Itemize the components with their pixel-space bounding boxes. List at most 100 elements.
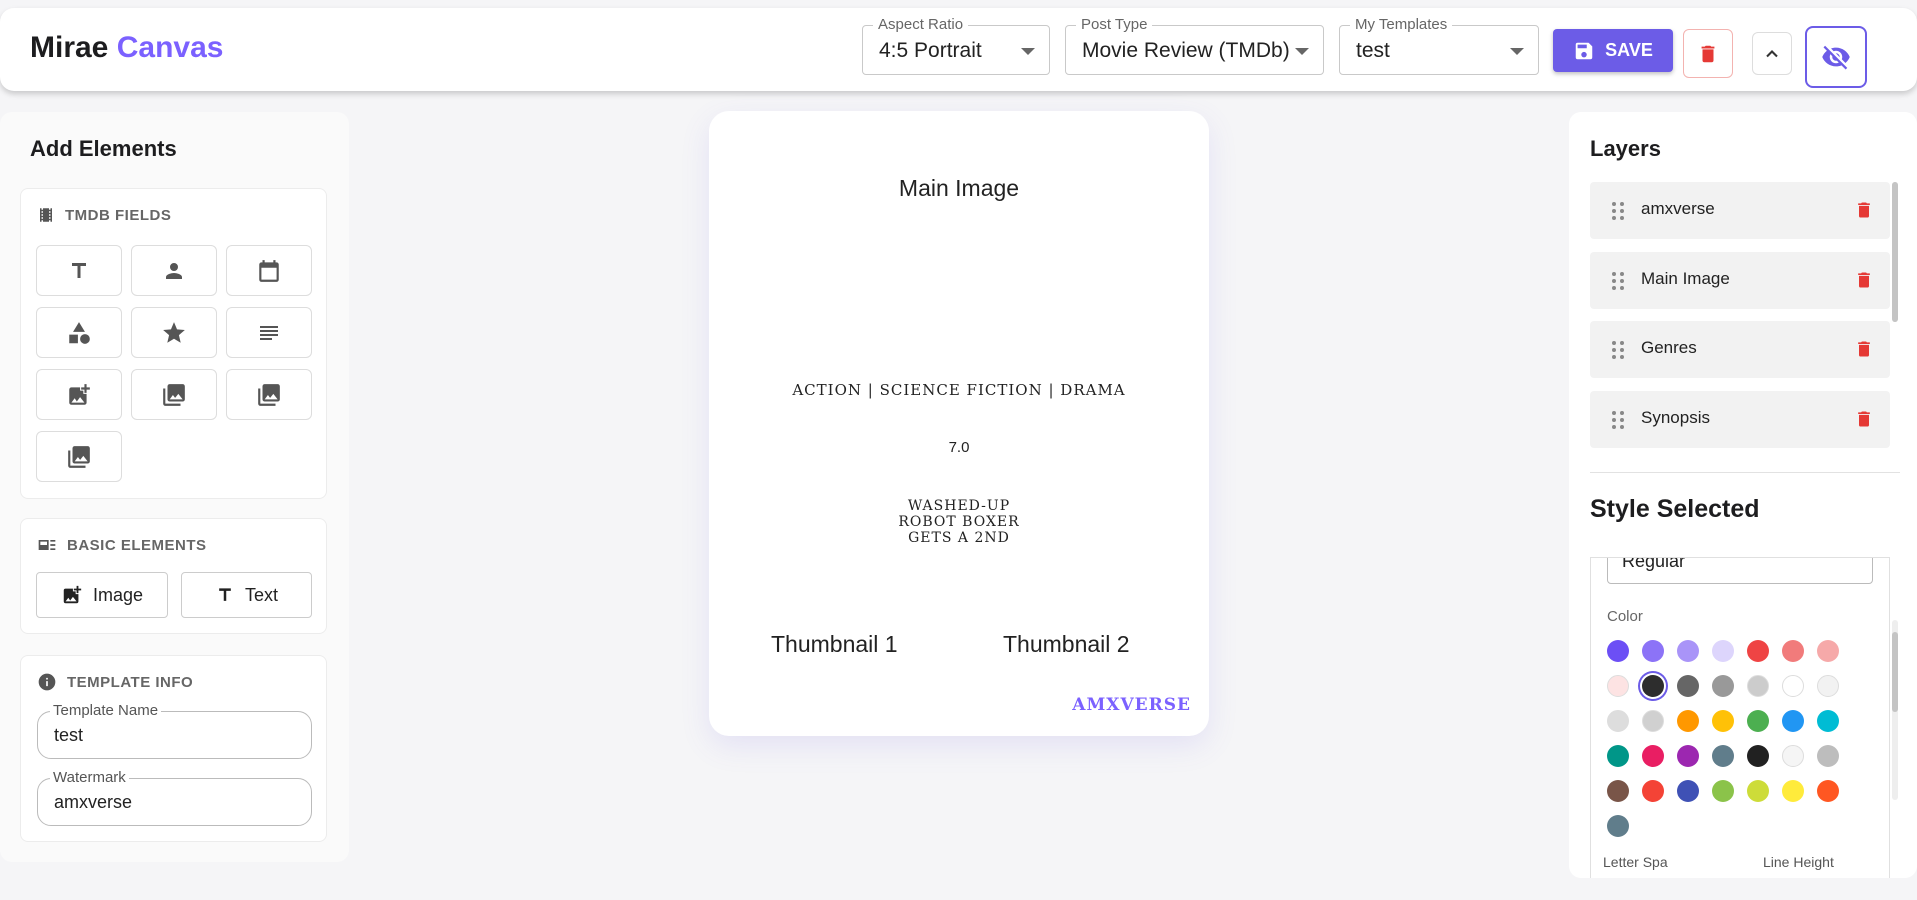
color-swatch[interactable]: [1607, 745, 1629, 767]
color-swatch[interactable]: [1677, 780, 1699, 802]
canvas-thumbnail-1[interactable]: Thumbnail 1: [771, 631, 898, 658]
shapes-icon: [69, 321, 90, 344]
add-rating-field-button[interactable]: [131, 307, 217, 358]
color-swatch[interactable]: [1747, 710, 1769, 732]
layer-item[interactable]: Synopsis: [1590, 391, 1890, 448]
color-swatch[interactable]: [1607, 640, 1629, 662]
color-swatch[interactable]: [1642, 745, 1664, 767]
color-swatch[interactable]: [1817, 780, 1839, 802]
color-swatch[interactable]: [1747, 780, 1769, 802]
add-text-button[interactable]: Text: [181, 572, 312, 618]
save-label: SAVE: [1605, 40, 1653, 60]
color-swatch[interactable]: [1782, 710, 1804, 732]
add-thumbnail-field-button[interactable]: [226, 369, 312, 420]
trash-icon[interactable]: [1854, 269, 1874, 291]
canvas-thumbnail-2[interactable]: Thumbnail 2: [1003, 631, 1130, 658]
color-swatch[interactable]: [1747, 675, 1769, 697]
color-swatch[interactable]: [1677, 745, 1699, 767]
add-poster-field-button[interactable]: [36, 369, 122, 420]
style-scrollbar[interactable]: [1892, 620, 1898, 800]
canvas-rating[interactable]: 7.0: [709, 439, 1209, 456]
drag-handle-icon[interactable]: [1611, 340, 1625, 360]
color-swatch[interactable]: [1712, 675, 1734, 697]
drag-handle-icon[interactable]: [1611, 271, 1625, 291]
add-text-label: Text: [244, 584, 278, 605]
color-swatch[interactable]: [1817, 745, 1839, 767]
tmdb-fields-header: TMDB FIELDS: [37, 205, 171, 225]
save-button[interactable]: SAVE: [1553, 29, 1673, 72]
color-swatch[interactable]: [1677, 640, 1699, 662]
trash-icon[interactable]: [1854, 338, 1874, 360]
toggle-preview-button[interactable]: [1805, 26, 1867, 88]
layers-scrollbar[interactable]: [1892, 182, 1898, 322]
style-scrollbar-thumb[interactable]: [1892, 632, 1898, 712]
aspect-ratio-value: 4:5 Portrait: [879, 39, 982, 62]
layer-item[interactable]: Genres: [1590, 321, 1890, 378]
line-height-label: Line Height: [1763, 854, 1834, 870]
color-swatch[interactable]: [1747, 745, 1769, 767]
canvas-genres[interactable]: ACTION | SCIENCE FICTION | DRAMA: [709, 381, 1209, 399]
color-swatch[interactable]: [1642, 640, 1664, 662]
color-swatch[interactable]: [1677, 710, 1699, 732]
color-swatch[interactable]: [1782, 780, 1804, 802]
calendar-icon: [259, 259, 279, 282]
layers-scrollbar-thumb[interactable]: [1892, 182, 1898, 322]
aspect-ratio-select[interactable]: Aspect Ratio 4:5 Portrait: [862, 16, 1050, 75]
color-swatch[interactable]: [1817, 710, 1839, 732]
watermark-field[interactable]: Watermark amxverse: [37, 769, 312, 826]
color-swatch[interactable]: [1677, 675, 1699, 697]
post-type-select[interactable]: Post Type Movie Review (TMDb): [1065, 16, 1324, 75]
film-icon: [40, 208, 52, 222]
brand-main: Mirae: [30, 31, 109, 64]
trash-icon[interactable]: [1854, 408, 1874, 430]
color-swatch[interactable]: [1817, 675, 1839, 697]
template-name-field[interactable]: Template Name test: [37, 702, 312, 759]
add-elements-panel: Add Elements TMDB FIELDS BASIC ELEMENTS …: [0, 112, 349, 862]
color-swatch[interactable]: [1642, 675, 1664, 697]
color-swatch[interactable]: [1712, 745, 1734, 767]
add-title-field-button[interactable]: [36, 245, 122, 296]
add-thumbnail-2-field-button[interactable]: [36, 431, 122, 482]
color-swatch[interactable]: [1712, 710, 1734, 732]
chevron-up-icon: [1766, 49, 1778, 57]
my-templates-select[interactable]: My Templates test: [1339, 16, 1539, 75]
color-label: Color: [1607, 608, 1643, 625]
add-backdrop-field-button[interactable]: [131, 369, 217, 420]
add-cast-field-button[interactable]: [131, 245, 217, 296]
trash-icon[interactable]: [1854, 199, 1874, 221]
design-canvas[interactable]: Main Image ACTION | SCIENCE FICTION | DR…: [709, 111, 1209, 736]
color-swatch[interactable]: [1817, 640, 1839, 662]
canvas-main-image[interactable]: Main Image: [709, 175, 1209, 202]
canvas-synopsis[interactable]: WASHED-UP ROBOT BOXER GETS A 2ND: [709, 498, 1209, 546]
add-date-field-button[interactable]: [226, 245, 312, 296]
color-swatch[interactable]: [1782, 675, 1804, 697]
aspect-ratio-label: Aspect Ratio: [873, 16, 969, 33]
canvas-watermark[interactable]: AMXVERSE: [1072, 695, 1191, 715]
color-swatch[interactable]: [1607, 675, 1629, 697]
layer-name: Synopsis: [1641, 408, 1710, 427]
color-swatch[interactable]: [1607, 780, 1629, 802]
person-icon: [166, 262, 182, 279]
add-image-button[interactable]: Image: [36, 572, 168, 618]
layer-item[interactable]: amxverse: [1590, 182, 1890, 239]
color-swatch[interactable]: [1712, 780, 1734, 802]
color-swatch[interactable]: [1782, 640, 1804, 662]
watermark-label: Watermark: [50, 769, 129, 786]
color-swatch[interactable]: [1642, 780, 1664, 802]
color-swatch[interactable]: [1782, 745, 1804, 767]
add-photo-icon: [69, 383, 90, 405]
collapse-button[interactable]: [1752, 32, 1792, 75]
drag-handle-icon[interactable]: [1611, 201, 1625, 221]
color-swatch[interactable]: [1747, 640, 1769, 662]
color-swatch[interactable]: [1642, 710, 1664, 732]
add-synopsis-field-button[interactable]: [226, 307, 312, 358]
color-swatch[interactable]: [1712, 640, 1734, 662]
color-swatch[interactable]: [1607, 710, 1629, 732]
synopsis-line: WASHED-UP: [907, 498, 1011, 514]
add-genres-field-button[interactable]: [36, 307, 122, 358]
color-swatch[interactable]: [1607, 815, 1629, 837]
layer-item[interactable]: Main Image: [1590, 252, 1890, 309]
drag-handle-icon[interactable]: [1611, 410, 1625, 430]
font-weight-select[interactable]: Regular: [1607, 558, 1873, 584]
delete-template-button[interactable]: [1683, 29, 1733, 78]
